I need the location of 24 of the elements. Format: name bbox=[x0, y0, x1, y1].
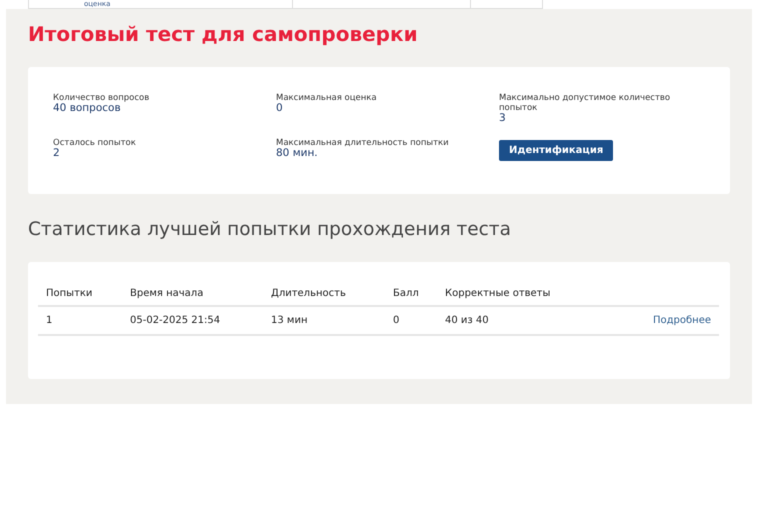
info-value: 3 bbox=[499, 113, 507, 124]
info-label: Максимальная оценка bbox=[276, 93, 378, 103]
section-title: Статистика лучшей попытки прохождения теста bbox=[28, 218, 512, 242]
table-cell: 40 из 40 bbox=[445, 315, 489, 326]
table-cell: 05-02-2025 21:54 bbox=[130, 315, 220, 326]
info-label: Максимальная длительность попытки bbox=[276, 138, 450, 148]
info-label: Количество вопросов bbox=[53, 93, 150, 103]
info-value: 80 мин. bbox=[276, 148, 319, 159]
column-header: Балл bbox=[393, 288, 419, 299]
table-cell: 0 bbox=[393, 315, 400, 326]
column-header: Попытки bbox=[46, 288, 92, 299]
column-header: Корректные ответы bbox=[445, 288, 550, 299]
details-link[interactable]: Подробнее bbox=[652, 315, 711, 326]
info-label: Максимально допустимое количество попыток bbox=[499, 93, 672, 113]
info-value: 0 bbox=[276, 103, 284, 114]
identification-button[interactable]: Идентификация bbox=[499, 140, 614, 161]
column-header: Время начала bbox=[130, 288, 204, 299]
info-value: 40 вопросов bbox=[53, 103, 122, 114]
info-value: 2 bbox=[53, 148, 61, 159]
info-label: Осталось попыток bbox=[53, 138, 137, 148]
table-cell: 13 мин bbox=[271, 315, 308, 326]
table-cell: 1 bbox=[46, 315, 52, 326]
page-title: Итоговый тест для самопроверки bbox=[28, 21, 419, 47]
column-header: Длительность bbox=[271, 288, 346, 299]
